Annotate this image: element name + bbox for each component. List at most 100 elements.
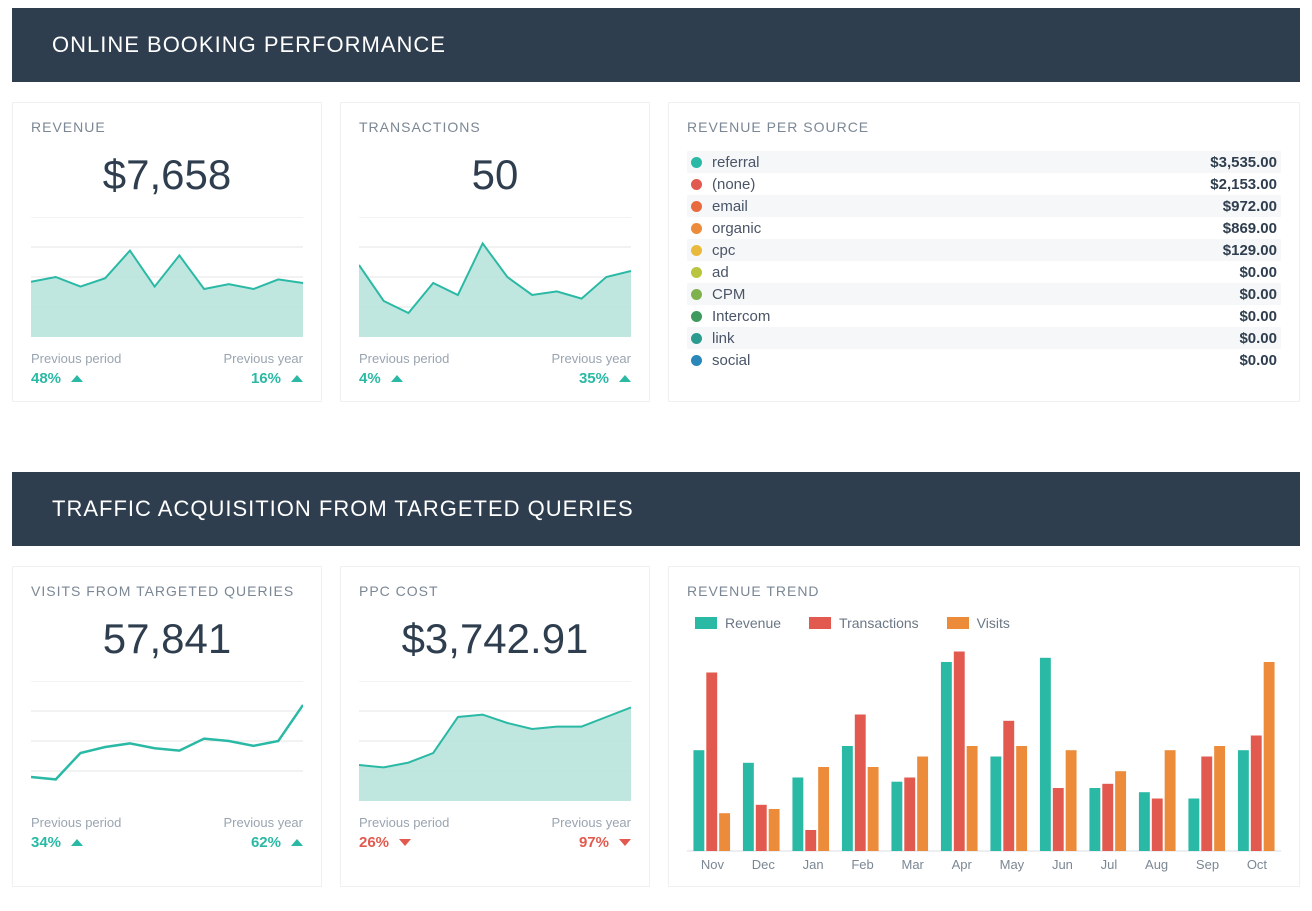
source-dot-icon — [691, 223, 702, 234]
x-label: Sep — [1196, 857, 1219, 872]
revenue-sparkline — [31, 217, 303, 337]
source-name: ad — [712, 264, 1239, 281]
source-dot-icon — [691, 245, 702, 256]
prev-year-value: 16% — [251, 370, 303, 387]
card-title: VISITS FROM TARGETED QUERIES — [31, 583, 303, 599]
transactions-sparkline — [359, 217, 631, 337]
card-title: REVENUE PER SOURCE — [687, 119, 1281, 135]
prev-year-label: Previous year — [552, 815, 631, 830]
compare-number: 26% — [359, 834, 389, 851]
section-header-booking: ONLINE BOOKING PERFORMANCE — [12, 8, 1300, 82]
source-row: social$0.00 — [687, 349, 1281, 371]
source-dot-icon — [691, 311, 702, 322]
compare-number: 48% — [31, 370, 61, 387]
caret-down-icon — [619, 839, 631, 846]
ppc-value: $3,742.91 — [359, 615, 631, 663]
compare-number: 34% — [31, 834, 61, 851]
source-row: ad$0.00 — [687, 261, 1281, 283]
prev-year-value: 97% — [579, 834, 631, 851]
source-value: $0.00 — [1239, 308, 1281, 325]
card-revenue-per-source: REVENUE PER SOURCE referral$3,535.00(non… — [668, 102, 1300, 402]
source-dot-icon — [691, 267, 702, 278]
x-label: May — [1000, 857, 1025, 872]
prev-year-label: Previous year — [552, 351, 631, 366]
caret-up-icon — [619, 375, 631, 382]
card-title: TRANSACTIONS — [359, 119, 631, 135]
x-label: Apr — [952, 857, 972, 872]
caret-up-icon — [71, 839, 83, 846]
compare-number: 62% — [251, 834, 281, 851]
source-value: $3,535.00 — [1210, 154, 1281, 171]
source-value: $129.00 — [1223, 242, 1281, 259]
legend-item: Transactions — [809, 615, 919, 631]
legend-label: Visits — [977, 615, 1010, 631]
card-title: PPC COST — [359, 583, 631, 599]
source-row: CPM$0.00 — [687, 283, 1281, 305]
source-dot-icon — [691, 179, 702, 190]
legend-swatch-icon — [695, 617, 717, 629]
prev-period-label: Previous period — [359, 351, 449, 366]
source-name: CPM — [712, 286, 1239, 303]
legend-swatch-icon — [947, 617, 969, 629]
x-label: Jan — [803, 857, 824, 872]
prev-period-value: 4% — [359, 370, 403, 387]
card-title: REVENUE TREND — [687, 583, 1281, 599]
transactions-value: 50 — [359, 151, 631, 199]
card-visits: VISITS FROM TARGETED QUERIES 57,841 Prev… — [12, 566, 322, 887]
legend-item: Visits — [947, 615, 1010, 631]
compare-number: 16% — [251, 370, 281, 387]
source-row: organic$869.00 — [687, 217, 1281, 239]
legend: Revenue Transactions Visits — [695, 615, 1281, 631]
ppc-sparkline — [359, 681, 631, 801]
prev-period-label: Previous period — [31, 351, 121, 366]
source-row: email$972.00 — [687, 195, 1281, 217]
card-revenue-trend: REVENUE TREND RevenueTransactionsVisits … — [668, 566, 1300, 887]
prev-year-value: 62% — [251, 834, 303, 851]
x-label: Dec — [752, 857, 775, 872]
source-row: link$0.00 — [687, 327, 1281, 349]
source-name: link — [712, 330, 1239, 347]
source-value: $2,153.00 — [1210, 176, 1281, 193]
compare-number: 4% — [359, 370, 381, 387]
source-value: $0.00 — [1239, 330, 1281, 347]
compare-number: 35% — [579, 370, 609, 387]
card-ppc-cost: PPC COST $3,742.91 Previous period 26% P… — [340, 566, 650, 887]
source-dot-icon — [691, 201, 702, 212]
legend-swatch-icon — [809, 617, 831, 629]
compare-number: 97% — [579, 834, 609, 851]
prev-year-label: Previous year — [224, 815, 303, 830]
x-label: Feb — [851, 857, 873, 872]
source-row: Intercom$0.00 — [687, 305, 1281, 327]
source-value: $869.00 — [1223, 220, 1281, 237]
source-dot-icon — [691, 157, 702, 168]
visits-sparkline — [31, 681, 303, 801]
source-row: referral$3,535.00 — [687, 151, 1281, 173]
source-dot-icon — [691, 355, 702, 366]
source-name: social — [712, 352, 1239, 369]
x-label: Nov — [701, 857, 724, 872]
section-header-traffic: TRAFFIC ACQUISITION FROM TARGETED QUERIE… — [12, 472, 1300, 546]
caret-up-icon — [71, 375, 83, 382]
prev-year-value: 35% — [579, 370, 631, 387]
source-list: referral$3,535.00(none)$2,153.00email$97… — [687, 151, 1281, 371]
prev-year-label: Previous year — [224, 351, 303, 366]
prev-period-value: 26% — [359, 834, 411, 851]
source-value: $0.00 — [1239, 352, 1281, 369]
x-label: Oct — [1247, 857, 1267, 872]
card-revenue: REVENUE $7,658 Previous period 48% Previ… — [12, 102, 322, 402]
x-label: Mar — [902, 857, 924, 872]
source-value: $972.00 — [1223, 198, 1281, 215]
legend-label: Revenue — [725, 615, 781, 631]
source-name: referral — [712, 154, 1210, 171]
caret-up-icon — [291, 375, 303, 382]
caret-up-icon — [391, 375, 403, 382]
prev-period-value: 34% — [31, 834, 83, 851]
source-row: (none)$2,153.00 — [687, 173, 1281, 195]
card-transactions: TRANSACTIONS 50 Previous period 4% Previ… — [340, 102, 650, 402]
x-axis-labels: NovDecJanFebMarAprMayJunJulAugSepOct — [687, 857, 1281, 872]
revenue-trend-chart — [687, 641, 1281, 851]
visits-value: 57,841 — [31, 615, 303, 663]
revenue-value: $7,658 — [31, 151, 303, 199]
prev-period-label: Previous period — [359, 815, 449, 830]
source-name: Intercom — [712, 308, 1239, 325]
